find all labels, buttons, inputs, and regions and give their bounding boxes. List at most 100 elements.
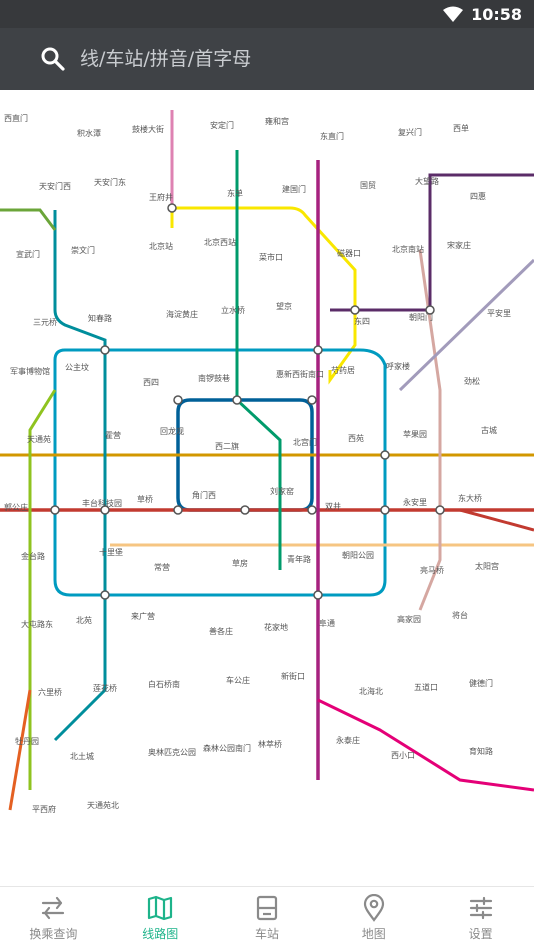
station-label[interactable]: 北京站 (149, 241, 173, 251)
search-input[interactable] (80, 48, 480, 70)
station-label[interactable]: 北京西站 (204, 237, 236, 247)
station-label[interactable]: 太阳宫 (475, 561, 499, 571)
station-label[interactable]: 天安门东 (94, 177, 126, 187)
station-label[interactable]: 呼家楼 (386, 361, 410, 371)
station-label[interactable]: 天通苑 (27, 434, 51, 444)
station-label[interactable]: 雍和宫 (265, 116, 289, 126)
station-label[interactable]: 阜通 (319, 618, 335, 628)
station-label[interactable]: 苹果园 (403, 429, 427, 439)
subway-map-canvas[interactable]: 西直门积水潭 鼓楼大街 安定门 雍和宫东直门 复兴门 西单天安门西 天安门东王府井 东单 建国门… (0, 90, 534, 886)
station-label[interactable]: 西四 (143, 378, 159, 387)
station-label[interactable]: 古城 (481, 425, 497, 435)
station-label[interactable]: 公主坟 (65, 362, 89, 372)
station-label[interactable]: 鼓楼大街 (132, 124, 164, 134)
search-icon[interactable] (40, 46, 66, 72)
station-label[interactable]: 四惠 (470, 191, 486, 201)
nav-item-map[interactable]: 线路图 (107, 887, 214, 949)
station-label[interactable]: 北土城 (70, 751, 94, 761)
station-label[interactable]: 育知路 (469, 746, 493, 756)
nav-item-station[interactable]: 车站 (214, 887, 321, 949)
station-label[interactable]: 三元桥 (33, 317, 57, 327)
station-label[interactable]: 回龙观 (160, 426, 184, 436)
station-label[interactable]: 六里桥 (38, 687, 62, 697)
station-label[interactable]: 北宫门 (293, 437, 317, 447)
station-label[interactable]: 善各庄 (209, 626, 233, 636)
station-label[interactable]: 东四 (354, 316, 370, 326)
station-label[interactable]: 草房 (232, 558, 248, 568)
station-label[interactable]: 健德门 (469, 678, 493, 688)
station-label[interactable]: 大望路 (415, 176, 439, 186)
station-label[interactable]: 宣武门 (16, 249, 40, 259)
station-label[interactable]: 国贸 (360, 180, 376, 190)
station-label[interactable]: 林萃桥 (258, 739, 282, 749)
station-label[interactable]: 南锣鼓巷 (198, 373, 230, 383)
station-label[interactable]: 草桥 (137, 494, 153, 504)
station-label[interactable]: 将台 (452, 610, 468, 620)
station-label[interactable]: 奥林匹克公园 (148, 747, 196, 757)
station-label[interactable]: 东大桥 (458, 493, 482, 503)
station-label[interactable]: 西单 (453, 123, 469, 133)
station-label[interactable]: 郭公庄 (4, 502, 28, 512)
station-label[interactable]: 永安里 (403, 497, 427, 507)
station-label[interactable]: 亮马桥 (420, 565, 444, 575)
station-label[interactable]: 复兴门 (398, 127, 422, 137)
station-label[interactable]: 西小口 (391, 751, 415, 760)
station-label[interactable]: 北京南站 (392, 244, 424, 254)
station-label[interactable]: 菜市口 (259, 252, 283, 262)
station-label[interactable]: 天通苑北 (87, 800, 119, 810)
subway-map[interactable]: 西直门积水潭 鼓楼大街 安定门 雍和宫东直门 复兴门 西单天安门西 天安门东王府井 东单 建国门… (0, 90, 534, 886)
nav-item-location[interactable]: 地图 (320, 887, 427, 949)
station-label[interactable]: 森林公园南门 (203, 743, 251, 753)
station-label[interactable]: 王府井 (149, 192, 173, 202)
station-label[interactable]: 望京 (276, 301, 292, 311)
station-label[interactable]: 朝阳公园 (342, 551, 374, 560)
station-label[interactable]: 惠新西街南口 (276, 369, 324, 379)
station-label[interactable]: 青年路 (287, 554, 311, 564)
station-label[interactable]: 军事博物馆 (10, 366, 50, 376)
station-label[interactable]: 莲花桥 (93, 683, 117, 693)
station-label[interactable]: 立水桥 (221, 305, 245, 315)
station-label[interactable]: 刘家窑 (270, 486, 294, 496)
station-label[interactable]: 双井 (325, 501, 341, 511)
station-label[interactable]: 芍药居 (331, 365, 355, 375)
station-label[interactable]: 北海北 (359, 686, 383, 696)
station-label[interactable]: 角门西 (192, 490, 216, 500)
station-label[interactable]: 花家地 (264, 622, 288, 632)
station-label[interactable]: 车公庄 (226, 675, 250, 685)
station-label[interactable]: 宋家庄 (447, 240, 471, 250)
station-label[interactable]: 磁器口 (337, 248, 361, 258)
station-label[interactable]: 东单 (227, 188, 243, 198)
station-label[interactable]: 朝阳门 (409, 312, 433, 322)
station-label[interactable]: 十里堡 (99, 547, 123, 557)
station-label[interactable]: 新街口 (281, 671, 305, 681)
station-label[interactable]: 来广营 (131, 611, 155, 621)
station-label[interactable]: 牡丹园 (15, 736, 39, 746)
station-label[interactable]: 知春路 (88, 313, 112, 323)
station-label[interactable]: 常营 (154, 562, 170, 572)
station-label[interactable]: 安定门 (210, 120, 234, 130)
search-bar[interactable] (0, 28, 534, 90)
station-label[interactable]: 北苑 (76, 615, 92, 625)
station-label[interactable]: 五道口 (414, 682, 438, 692)
station-label[interactable]: 白石桥南 (148, 679, 180, 689)
nav-item-transfer[interactable]: 换乘查询 (0, 887, 107, 949)
station-label[interactable]: 劲松 (464, 376, 480, 386)
station-label[interactable]: 东直门 (320, 131, 344, 141)
station-label[interactable]: 丰台科技园 (82, 498, 122, 508)
station-label[interactable]: 西二旗 (215, 441, 239, 451)
station-label[interactable]: 崇文门 (71, 245, 95, 255)
nav-item-settings[interactable]: 设置 (427, 887, 534, 949)
station-label[interactable]: 海淀黄庄 (166, 309, 198, 319)
station-label[interactable]: 金台路 (21, 551, 45, 561)
station-label[interactable]: 平安里 (487, 308, 511, 318)
station-label[interactable]: 积水潭 (77, 128, 101, 138)
station-label[interactable]: 平西府 (32, 804, 56, 814)
station-label[interactable]: 建国门 (282, 184, 306, 194)
station-label[interactable]: 高家园 (397, 614, 421, 624)
station-label[interactable]: 天安门西 (39, 181, 71, 191)
station-label[interactable]: 西直门 (4, 113, 28, 123)
station-label[interactable]: 霍营 (105, 430, 121, 440)
station-label[interactable]: 永泰庄 (336, 735, 360, 745)
station-label[interactable]: 大屯路东 (21, 619, 53, 629)
station-label[interactable]: 西苑 (348, 433, 364, 443)
